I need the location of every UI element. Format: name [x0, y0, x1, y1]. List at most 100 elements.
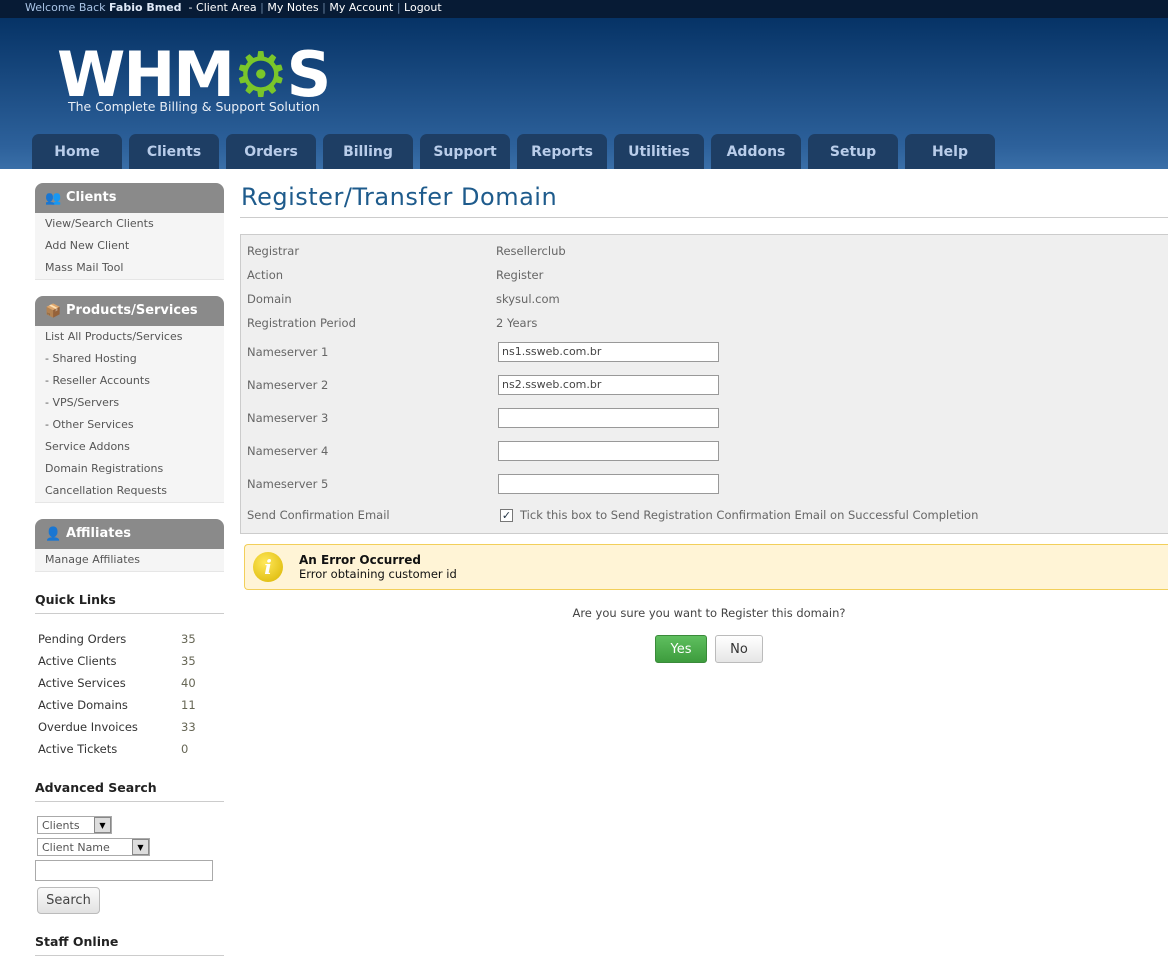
- users-icon: 👥: [45, 190, 62, 206]
- nav-tab-addons[interactable]: Addons: [711, 134, 801, 169]
- affiliates-box: 👤 Affiliates Manage Affiliates: [35, 519, 224, 572]
- domain-form: Registrar Resellerclub Action Register Domai…: [240, 234, 1168, 534]
- nameserver-5-input[interactable]: [498, 473, 719, 494]
- sidebar-item[interactable]: Cancellation Requests: [35, 480, 224, 502]
- user-name: Fabio Bmed: [109, 1, 182, 14]
- info-label: Registrar: [247, 244, 300, 258]
- info-value: Register: [496, 268, 544, 282]
- nameserver-label: Nameserver 4: [247, 443, 329, 458]
- nameserver-row: Nameserver 4: [247, 434, 1168, 467]
- sidebar-item[interactable]: Add New Client: [35, 235, 224, 257]
- quick-link-item[interactable]: Overdue Invoices 33: [35, 716, 224, 738]
- sidebar: 👥 Clients View/Search Clients Add New Clie…: [35, 183, 224, 966]
- quick-link-count: 40: [181, 676, 196, 690]
- quick-link-label[interactable]: Active Domains: [38, 694, 181, 716]
- sidebar-item[interactable]: - Shared Hosting: [35, 348, 224, 370]
- nameserver-3-input[interactable]: [498, 407, 719, 428]
- nameserver-row: Nameserver 2 ns2.ssweb.com.br: [247, 368, 1168, 401]
- quick-link-item[interactable]: Active Clients 35: [35, 650, 224, 672]
- search-input[interactable]: [35, 860, 213, 881]
- info-label: Action: [247, 268, 284, 282]
- sidebar-item[interactable]: - Reseller Accounts: [35, 370, 224, 392]
- clients-box: 👥 Clients View/Search Clients Add New Clie…: [35, 183, 224, 280]
- nameserver-row: Nameserver 5: [247, 467, 1168, 500]
- clients-box-title: Clients: [66, 190, 117, 205]
- nameserver-4-input[interactable]: [498, 440, 719, 461]
- quick-link-count: 35: [181, 632, 196, 646]
- quick-link-label[interactable]: Active Clients: [38, 650, 181, 672]
- yes-button[interactable]: Yes: [655, 635, 707, 663]
- quick-links: Pending Orders 35 Active Clients 35 Active S…: [35, 628, 224, 760]
- nav-tab-help[interactable]: Help: [905, 134, 995, 169]
- search-type-select[interactable]: Clients ▼: [37, 816, 112, 834]
- send-email-checkbox[interactable]: ✓: [500, 508, 513, 522]
- sidebar-item[interactable]: Manage Affiliates: [35, 549, 224, 571]
- quick-link-count: 0: [181, 742, 189, 756]
- search-type-value: Clients: [42, 818, 80, 832]
- sidebar-item[interactable]: Service Addons: [35, 436, 224, 458]
- nameserver-label: Nameserver 5: [247, 476, 329, 491]
- error-alert: i An Error Occurred Error obtaining custo…: [244, 544, 1168, 590]
- nav-tab-setup[interactable]: Setup: [808, 134, 898, 169]
- sidebar-item[interactable]: View/Search Clients: [35, 213, 224, 235]
- info-row: Action Register: [247, 263, 1168, 287]
- sidebar-item[interactable]: - Other Services: [35, 414, 224, 436]
- sidebar-item[interactable]: Mass Mail Tool: [35, 257, 224, 279]
- send-email-text: Tick this box to Send Registration Confi…: [520, 508, 979, 522]
- client-area-link[interactable]: Client Area: [196, 1, 257, 14]
- welcome-text: Welcome Back: [25, 1, 106, 14]
- nameserver-row: Nameserver 1 ns1.ssweb.com.br: [247, 335, 1168, 368]
- info-value: skysul.com: [496, 292, 560, 306]
- top-bar: Welcome Back Fabio Bmed - Client Area | …: [0, 0, 1168, 18]
- sidebar-item[interactable]: List All Products/Services: [35, 326, 224, 348]
- quick-link-count: 11: [181, 698, 196, 712]
- sidebar-item[interactable]: - VPS/Servers: [35, 392, 224, 414]
- chevron-down-icon: ▼: [94, 817, 111, 833]
- user-icon: 👤: [45, 526, 62, 542]
- quick-link-label[interactable]: Pending Orders: [38, 628, 181, 650]
- chevron-down-icon: ▼: [132, 839, 149, 855]
- staff-online-heading: Staff Online: [35, 934, 224, 956]
- page-title: Register/Transfer Domain: [240, 183, 1168, 218]
- nameserver-1-input[interactable]: ns1.ssweb.com.br: [498, 341, 719, 362]
- info-row: Registrar Resellerclub: [247, 239, 1168, 263]
- my-notes-link[interactable]: My Notes: [267, 1, 318, 14]
- nameserver-label: Nameserver 3: [247, 410, 329, 425]
- quick-link-item[interactable]: Active Services 40: [35, 672, 224, 694]
- search-field-select[interactable]: Client Name ▼: [37, 838, 150, 856]
- send-email-row: Send Confirmation Email ✓ Tick this box …: [247, 500, 1168, 530]
- nav-tab-support[interactable]: Support: [420, 134, 510, 169]
- info-value: 2 Years: [496, 316, 538, 330]
- info-label: Registration Period: [247, 316, 356, 330]
- quick-link-count: 33: [181, 720, 196, 734]
- nav-tab-billing[interactable]: Billing: [323, 134, 413, 169]
- nav-tab-utilities[interactable]: Utilities: [614, 134, 704, 169]
- main-nav: Home Clients Orders Billing Support Reports Ut…: [32, 134, 995, 169]
- quick-link-label[interactable]: Active Tickets: [38, 738, 181, 760]
- send-email-label: Send Confirmation Email: [247, 508, 390, 522]
- info-icon: i: [253, 552, 283, 582]
- nav-tab-reports[interactable]: Reports: [517, 134, 607, 169]
- whmcs-logo[interactable]: WHM⚙S The Complete Billing & Support Sol…: [57, 44, 331, 116]
- logout-link[interactable]: Logout: [404, 1, 442, 14]
- quick-link-label[interactable]: Active Services: [38, 672, 181, 694]
- nav-tab-clients[interactable]: Clients: [129, 134, 219, 169]
- nameserver-label: Nameserver 2: [247, 377, 329, 392]
- sidebar-item[interactable]: Domain Registrations: [35, 458, 224, 480]
- main-content: Register/Transfer Domain Registrar Resell…: [240, 183, 1168, 663]
- nameserver-2-input[interactable]: ns2.ssweb.com.br: [498, 374, 719, 395]
- quick-link-count: 35: [181, 654, 196, 668]
- search-button[interactable]: Search: [37, 887, 100, 914]
- products-box: 📦 Products/Services List All Products/Ser…: [35, 296, 224, 503]
- my-account-link[interactable]: My Account: [329, 1, 393, 14]
- nav-tab-orders[interactable]: Orders: [226, 134, 316, 169]
- quick-link-item[interactable]: Pending Orders 35: [35, 628, 224, 650]
- quick-link-item[interactable]: Active Domains 11: [35, 694, 224, 716]
- error-message: Error obtaining customer id: [299, 567, 457, 581]
- no-button[interactable]: No: [715, 635, 763, 663]
- nav-tab-home[interactable]: Home: [32, 134, 122, 169]
- info-row: Registration Period 2 Years: [247, 311, 1168, 335]
- quick-link-item[interactable]: Active Tickets 0: [35, 738, 224, 760]
- error-title: An Error Occurred: [299, 553, 421, 567]
- quick-link-label[interactable]: Overdue Invoices: [38, 716, 181, 738]
